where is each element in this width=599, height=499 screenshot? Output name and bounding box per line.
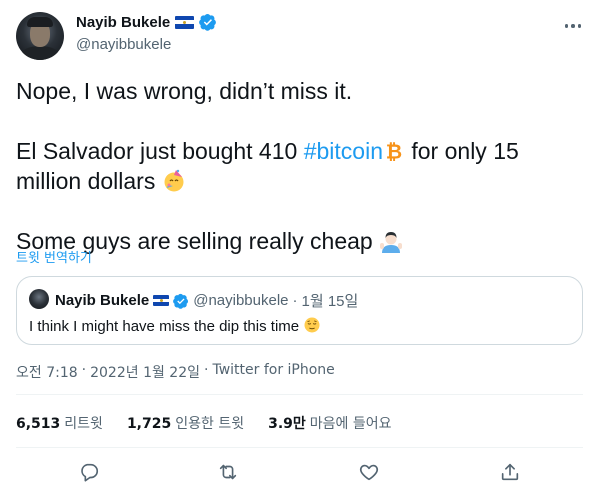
quoted-tweet-card[interactable]: Nayib Bukele @nayibbukele · 1월 15일 I thi… xyxy=(16,276,583,345)
tweet-text: Nope, I was wrong, didn’t miss it. El Sa… xyxy=(16,76,576,256)
tweet-line-3: million dollars xyxy=(16,166,576,196)
quote-stat[interactable]: 1,725 인용한 트윗 xyxy=(127,413,244,433)
tweet-time[interactable]: 오전 7:18 xyxy=(16,362,78,382)
author-handle[interactable]: @nayibbukele xyxy=(76,36,171,53)
tweet-line-3-text: million dollars xyxy=(16,168,162,194)
like-count: 3.9만 xyxy=(268,416,306,432)
quoted-separator: · xyxy=(292,292,298,309)
like-icon[interactable] xyxy=(358,461,380,483)
share-icon[interactable] xyxy=(499,461,521,483)
bitcoin-hashtag-link[interactable]: #bitcoin xyxy=(304,138,383,164)
verified-badge-icon xyxy=(199,13,217,31)
bitcoin-emoji-icon: ₿ xyxy=(386,140,402,162)
author-name[interactable]: Nayib Bukele xyxy=(76,14,170,31)
quoted-author-name: Nayib Bukele xyxy=(55,292,150,309)
meta-separator: · xyxy=(204,362,209,378)
quoted-author-handle: @nayibbukele xyxy=(193,292,289,309)
tweet-meta: 오전 7:18 · 2022년 1월 22일 · Twitter for iPh… xyxy=(16,362,335,382)
tweet-line-2-suffix: for only 15 xyxy=(404,138,519,164)
tweet-line-2: El Salvador just bought 410 #bitcoin ₿ fo… xyxy=(16,136,576,166)
quote-label: 인용한 트윗 xyxy=(175,416,245,432)
retweet-stat[interactable]: 6,513 리트윗 xyxy=(16,413,103,433)
retweet-count: 6,513 xyxy=(16,416,61,432)
quoted-tweet-header: Nayib Bukele @nayibbukele · 1월 15일 xyxy=(55,290,358,311)
author-header[interactable]: Nayib Bukele xyxy=(76,13,217,31)
tweet-line-1: Nope, I was wrong, didn’t miss it. xyxy=(16,78,353,104)
tweet-stats: 6,513 리트윗 1,725 인용한 트윗 3.9만 마음에 들어요 xyxy=(16,413,392,433)
tweet-line-4: Some guys are selling really cheap xyxy=(16,226,576,256)
tweet-actions-bar xyxy=(16,458,583,488)
party-face-emoji-icon xyxy=(164,169,184,192)
like-stat[interactable]: 3.9만 마음에 들어요 xyxy=(268,413,391,433)
translate-tweet-link[interactable]: 트윗 번역하기 xyxy=(16,247,92,266)
verified-badge-icon xyxy=(173,293,189,309)
man-shrugging-emoji-icon xyxy=(380,232,403,253)
tweet-date[interactable]: 2022년 1월 22일 xyxy=(90,362,200,382)
reply-icon[interactable] xyxy=(78,461,100,483)
more-options-icon[interactable] xyxy=(563,16,583,36)
relieved-face-emoji-icon xyxy=(304,317,320,333)
el-salvador-flag-icon xyxy=(153,295,170,306)
tweet-source[interactable]: Twitter for iPhone xyxy=(212,362,334,382)
quote-count: 1,725 xyxy=(126,416,172,432)
divider xyxy=(16,447,583,448)
svg-text:₿: ₿ xyxy=(386,140,402,162)
retweet-icon[interactable] xyxy=(217,461,239,483)
meta-separator: · xyxy=(81,362,87,378)
quoted-tweet-text-content: I think I might have miss the dip this t… xyxy=(29,318,304,335)
divider xyxy=(16,394,583,395)
retweet-label: 리트윗 xyxy=(64,416,103,432)
tweet-line-2-text: El Salvador just bought 410 xyxy=(16,138,304,164)
el-salvador-flag-icon xyxy=(175,15,195,29)
quoted-tweet-date[interactable]: 1월 15일 xyxy=(302,290,359,311)
quoted-author-avatar xyxy=(29,289,49,309)
author-avatar[interactable] xyxy=(16,12,64,60)
quoted-tweet-text: I think I might have miss the dip this t… xyxy=(29,316,321,335)
like-label: 마음에 들어요 xyxy=(309,416,392,432)
